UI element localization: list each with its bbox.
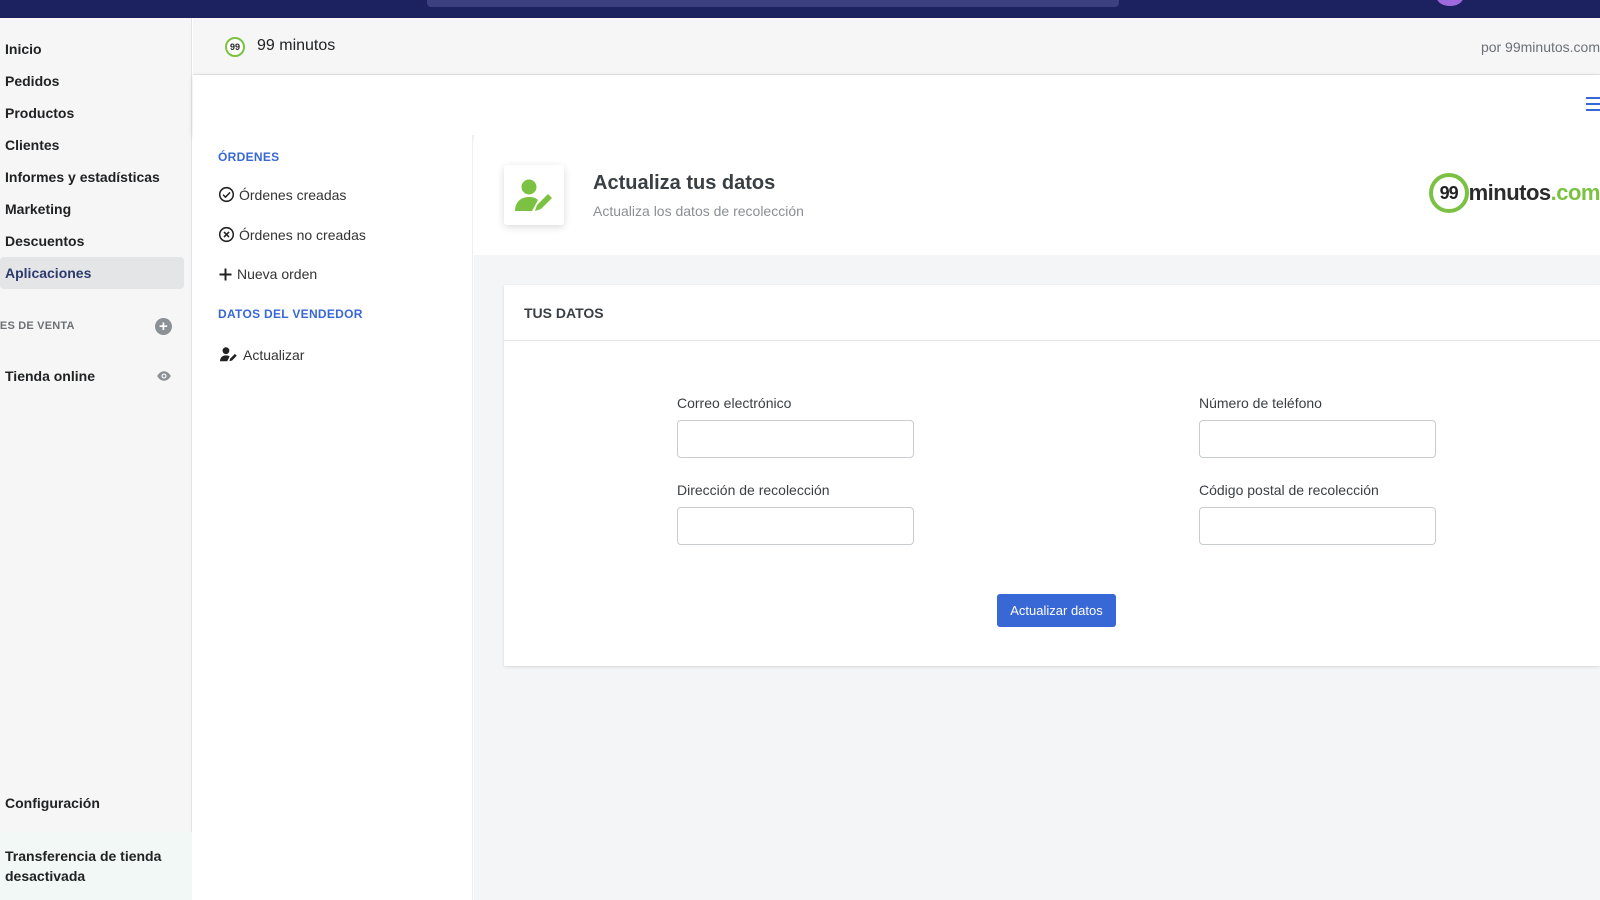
menu-item-label: Nueva orden xyxy=(237,266,318,282)
sidebar-item-label: Productos xyxy=(5,105,75,121)
app-developer: por 99minutos.com xyxy=(1480,39,1600,55)
top-bar xyxy=(0,0,1600,18)
sidebar-item-label: Clientes xyxy=(5,137,60,153)
menu-item-label: Actualizar xyxy=(243,346,305,363)
avatar[interactable] xyxy=(1437,0,1463,6)
address-label: Dirección de recolección xyxy=(677,482,830,498)
app-toolbar xyxy=(193,75,1600,135)
x-circle-icon xyxy=(218,226,235,243)
sidebar-item-settings[interactable]: Configuración xyxy=(0,787,184,819)
data-form-card: TUS DATOS Correo electrónico Número de t… xyxy=(504,285,1600,666)
search-bar[interactable] xyxy=(427,0,1119,7)
brand-logo: 99 minutos.com xyxy=(1428,171,1600,215)
page-title: Actualiza tus datos xyxy=(593,172,776,194)
sidebar-item-pedidos[interactable]: Pedidos xyxy=(0,65,184,97)
sidebar-item-label: Inicio xyxy=(5,41,42,57)
menu-item-label: Órdenes no creadas xyxy=(239,226,366,243)
sidebar-item-marketing[interactable]: Marketing xyxy=(0,193,184,225)
menu-item-update[interactable]: Actualizar xyxy=(218,346,304,363)
sidebar-item-label: Descuentos xyxy=(5,233,85,249)
brand-logo-mark: 99 xyxy=(1428,173,1469,213)
update-data-button[interactable]: Actualizar datos xyxy=(997,594,1116,627)
transfer-notice: Transferencia de tienda desactivada xyxy=(0,832,192,900)
card-title-text: TUS DATOS xyxy=(524,304,604,321)
sidebar-item-productos[interactable]: Productos xyxy=(0,97,184,129)
sales-channels-heading: LES DE VENTA + xyxy=(0,314,184,338)
main-content: Actualiza tus datos Actualiza los datos … xyxy=(474,135,1600,900)
sidebar-item-informes[interactable]: Informes y estadísticas xyxy=(0,161,184,193)
app-name: 99 minutos xyxy=(257,37,336,54)
sidebar-item-label: Aplicaciones xyxy=(5,265,92,281)
menu-item-created-orders[interactable]: Órdenes creadas xyxy=(218,186,346,203)
brand-domain: .com xyxy=(1550,180,1600,205)
eye-icon[interactable] xyxy=(156,368,172,384)
sidebar-item-inicio[interactable]: Inicio xyxy=(0,33,184,65)
sidebar-item-descuentos[interactable]: Descuentos xyxy=(0,225,184,257)
email-field[interactable] xyxy=(677,420,914,458)
sidebar-item-label: Marketing xyxy=(5,201,72,217)
address-field[interactable] xyxy=(677,507,914,545)
brand-logo-text: minutos.com xyxy=(1469,180,1600,206)
brand-name: minutos xyxy=(1468,180,1552,205)
transfer-notice-text: Transferencia de tienda desactivada xyxy=(5,848,162,884)
app-header: 99 99 minutos por 99minutos.com xyxy=(193,18,1600,75)
zip-label: Código postal de recolección xyxy=(1199,482,1379,498)
orders-heading: ÓRDENES xyxy=(218,150,280,164)
sidebar-item-aplicaciones[interactable]: Aplicaciones xyxy=(0,257,184,289)
address-field-group: Dirección de recolección xyxy=(677,482,914,545)
sales-channels-label: LES DE VENTA xyxy=(0,320,75,332)
phone-field[interactable] xyxy=(1199,420,1436,458)
phone-field-group: Número de teléfono xyxy=(1199,395,1436,458)
sidebar-item-label: Tienda online xyxy=(5,368,95,384)
app-logo-icon: 99 xyxy=(225,37,245,57)
user-edit-icon xyxy=(504,165,564,225)
plus-icon xyxy=(219,268,232,280)
seller-data-heading: DATOS DEL VENDEDOR xyxy=(218,307,363,321)
page-subtitle: Actualiza los datos de recolección xyxy=(593,203,804,219)
sidebar-item-clientes[interactable]: Clientes xyxy=(0,129,184,161)
card-title: TUS DATOS xyxy=(504,285,1600,341)
sidebar-item-label: Configuración xyxy=(5,795,100,811)
add-channel-icon[interactable]: + xyxy=(155,317,172,335)
menu-icon[interactable] xyxy=(1586,97,1600,113)
check-circle-icon xyxy=(218,186,235,203)
menu-item-not-created-orders[interactable]: Órdenes no creadas xyxy=(218,226,366,243)
zip-field-group: Código postal de recolección xyxy=(1199,482,1436,545)
menu-item-label: Órdenes creadas xyxy=(239,186,347,203)
admin-sidebar: Inicio Pedidos Productos Clientes Inform… xyxy=(0,18,192,900)
zip-field[interactable] xyxy=(1199,507,1436,545)
email-field-group: Correo electrónico xyxy=(677,395,914,458)
sidebar-item-online-store[interactable]: Tienda online xyxy=(0,360,184,392)
app-side-menu: ÓRDENES Órdenes creadas Órdenes no cread… xyxy=(193,135,473,900)
sidebar-item-label: Informes y estadísticas xyxy=(5,169,160,185)
phone-label: Número de teléfono xyxy=(1199,395,1322,411)
user-edit-icon xyxy=(220,347,237,362)
menu-item-new-order[interactable]: Nueva orden xyxy=(218,266,317,282)
sidebar-item-label: Pedidos xyxy=(5,73,60,89)
email-label: Correo electrónico xyxy=(677,395,792,411)
page-header: Actualiza tus datos Actualiza los datos … xyxy=(474,135,1600,255)
